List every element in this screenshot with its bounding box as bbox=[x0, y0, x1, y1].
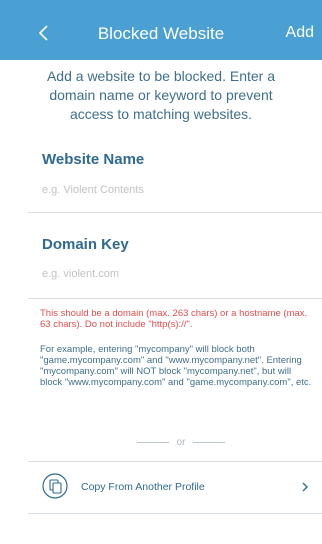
divider bbox=[28, 513, 322, 514]
error-message: This should be a domain (max. 263 chars)… bbox=[40, 308, 308, 330]
navigation-bar: Blocked Website Add bbox=[0, 0, 322, 60]
copy-icon bbox=[42, 473, 68, 499]
divider bbox=[28, 298, 322, 299]
divider bbox=[28, 212, 322, 213]
domain-key-title: Domain Key bbox=[42, 236, 129, 253]
copy-from-profile-button[interactable]: Copy From Another Profile bbox=[28, 469, 322, 505]
website-name-title: Website Name bbox=[42, 151, 145, 168]
chevron-right-icon bbox=[302, 482, 308, 492]
intro-text: Add a website to be blocked. Enter a dom… bbox=[46, 68, 276, 122]
domain-key-input[interactable] bbox=[42, 268, 302, 280]
example-text: For example, entering "mycompany" will b… bbox=[40, 344, 312, 388]
copy-from-profile-label: Copy From Another Profile bbox=[81, 481, 205, 493]
divider bbox=[28, 461, 322, 462]
separator-line bbox=[193, 441, 226, 443]
page-title: Blocked Website bbox=[97, 24, 225, 43]
or-label: or bbox=[176, 436, 186, 448]
or-separator: or bbox=[120, 435, 242, 449]
separator-line bbox=[136, 441, 169, 443]
website-name-input[interactable] bbox=[42, 184, 302, 196]
add-button[interactable]: Add bbox=[286, 24, 314, 42]
